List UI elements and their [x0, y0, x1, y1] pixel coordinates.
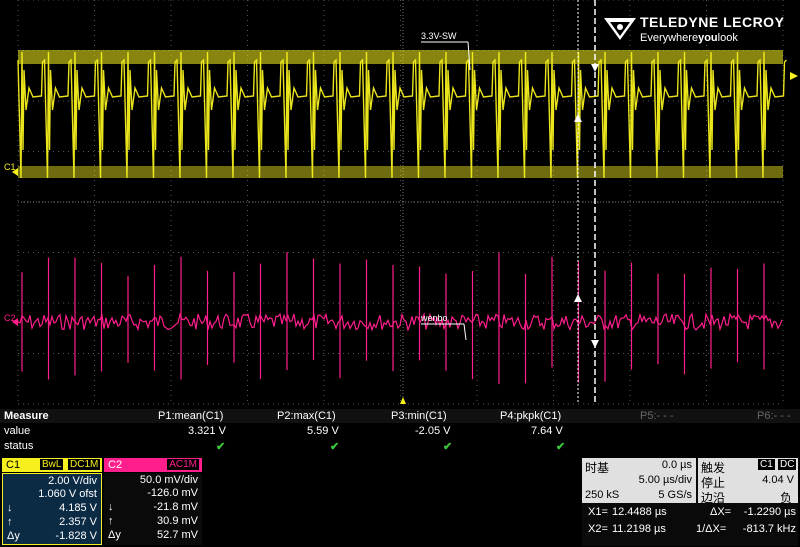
status-check-icon: ✔ — [443, 441, 453, 453]
ch1-bandwidth-limit-badge: BwL — [40, 459, 64, 470]
cursor-down-icon: ↓ — [108, 501, 114, 513]
delta-y-label: Δy — [108, 529, 121, 541]
timebase-sample-rate: 5 GS/s — [658, 489, 692, 501]
ch1-descriptor[interactable]: C1 BwL DC1M 2.00 V/div 1.060 V ofst ↓ 4.1… — [2, 458, 102, 546]
measure-header-row: Measure P1:mean(C1) P2:max(C1) P3:min(C1… — [0, 409, 800, 423]
cursor-down-arrow-icon — [591, 64, 599, 72]
brand-name: TELEDYNE LECROY — [640, 14, 785, 30]
waveform-canvas[interactable] — [0, 0, 800, 406]
ch1-name: C1 — [6, 459, 21, 471]
cursor-up-arrow-icon — [574, 114, 582, 122]
ch2-offset: -126.0 mV — [147, 487, 198, 499]
ch2-cursor-up: 30.9 mV — [157, 515, 198, 527]
teledyne-lecroy-logo: TELEDYNE LECROY Everywhereyoulook — [602, 14, 792, 50]
cursor-readout: X1= 12.4488 µs X2= 11.2198 µs ΔX= -1.229… — [582, 505, 798, 545]
inv-delta-x-label: 1/ΔX= — [696, 523, 727, 535]
ch2-descriptor[interactable]: C2 AC1M 50.0 mV/div -126.0 mV ↓ -21.8 mV … — [104, 458, 202, 546]
lecroy-logo-icon — [604, 18, 636, 40]
ch1-cursor-up: 2.357 V — [59, 516, 97, 528]
ch1-cursor-down: 4.185 V — [59, 502, 97, 514]
waveform-display[interactable]: TELEDYNE LECROY Everywhereyoulook C1 C2 … — [0, 0, 800, 406]
timebase-title: 时基 — [585, 461, 610, 475]
cursor-up-arrow-icon — [574, 294, 582, 302]
delta-y-label: Δy — [7, 530, 20, 542]
ch1-delta-y: -1.828 V — [55, 530, 97, 542]
cursor-up-icon: ↑ — [7, 516, 13, 528]
cursor-down-icon: ↓ — [7, 502, 13, 514]
measure-value-row: value 3.321 V 5.59 V -2.05 V 7.64 V — [0, 424, 800, 438]
timebase-descriptor[interactable]: 时基 0.0 µs 5.00 µs/div 250 kS 5 GS/s — [582, 458, 696, 503]
param-name[interactable]: P1:mean(C1) — [158, 410, 223, 422]
param-value: 3.321 V — [188, 425, 226, 437]
cursor-up-icon: ↑ — [108, 515, 114, 527]
ch1-trace-band — [18, 166, 783, 178]
delta-x-label: ΔX= — [710, 506, 732, 518]
x1-label: X1= — [588, 506, 608, 518]
param-name[interactable]: P5:- - - — [640, 410, 674, 422]
param-name[interactable]: P4:pkpk(C1) — [500, 410, 561, 422]
ch1-descriptor-header: C1 BwL DC1M — [2, 458, 102, 472]
ch2-name: C2 — [108, 459, 123, 471]
ch1-coupling-badge: DC1M — [68, 459, 101, 470]
status-check-icon: ✔ — [330, 441, 340, 453]
x1-value: 12.4488 µs — [612, 506, 667, 518]
measure-status-row: status ✔ ✔ ✔ ✔ — [0, 439, 800, 453]
cursor-down-arrow-icon — [591, 340, 599, 348]
param-name[interactable]: P3:min(C1) — [391, 410, 447, 422]
ch1-trace-band — [18, 50, 783, 64]
param-value: 5.59 V — [307, 425, 339, 437]
x2-label: X2= — [588, 523, 608, 535]
inv-delta-x-value: -813.7 kHz — [742, 523, 796, 535]
trace1-label: 3.3V-SW — [421, 31, 457, 41]
x2-value: 11.2198 µs — [612, 523, 666, 535]
ch1-descriptor-body: 2.00 V/div 1.060 V ofst ↓ 4.185 V ↑ 2.357 … — [2, 473, 102, 545]
timebase-trigger-panel[interactable]: 时基 0.0 µs 5.00 µs/div 250 kS 5 GS/s 触发 C… — [582, 458, 798, 546]
delta-x-value: -1.2290 µs — [743, 506, 796, 518]
ch1-offset: 1.060 V ofst — [38, 488, 97, 500]
trigger-descriptor[interactable]: 触发 C1 DC 停止 4.04 V 边沿 负 — [698, 458, 798, 505]
status-label: status — [4, 440, 34, 452]
ch2-descriptor-header: C2 AC1M — [104, 458, 202, 472]
ch2-descriptor-body: 50.0 mV/div -126.0 mV ↓ -21.8 mV ↑ 30.9 mV… — [104, 473, 202, 545]
trace2-label-leader — [463, 323, 467, 341]
trigger-level-marker-icon — [790, 72, 798, 80]
ch2-delta-y: 52.7 mV — [157, 529, 198, 541]
ch2-coupling-badge: AC1M — [167, 459, 199, 470]
trigger-level: 4.04 V — [762, 474, 794, 486]
timebase-samples: 250 kS — [585, 489, 620, 501]
measure-title: Measure — [4, 410, 49, 422]
ch1-trace — [17, 51, 787, 179]
param-value: 7.64 V — [531, 425, 563, 437]
trace2-label: wenbo — [421, 313, 448, 323]
timebase-tdiv: 5.00 µs/div — [638, 474, 692, 486]
trigger-slope: 负 — [779, 491, 792, 505]
param-value: -2.05 V — [415, 425, 451, 437]
status-check-icon: ✔ — [216, 441, 226, 453]
ch2-trace — [17, 312, 783, 332]
ch1-ground-marker[interactable]: C1 — [4, 162, 16, 172]
ch2-cursor-down: -21.8 mV — [153, 501, 198, 513]
status-check-icon: ✔ — [556, 441, 566, 453]
ch2-vdiv: 50.0 mV/div — [139, 474, 198, 486]
param-name[interactable]: P2:max(C1) — [277, 410, 336, 422]
trigger-type: 边沿 — [701, 491, 726, 505]
param-name[interactable]: P6:- - - — [757, 410, 791, 422]
ch1-vdiv: 2.00 V/div — [48, 475, 97, 487]
measure-table[interactable]: Measure P1:mean(C1) P2:max(C1) P3:min(C1… — [0, 409, 800, 455]
timebase-delay: 0.0 µs — [661, 459, 692, 471]
brand-tagline: Everywhereyoulook — [640, 32, 738, 44]
ch2-ground-marker[interactable]: C2 — [4, 313, 16, 323]
trigger-source-badge: C1 — [758, 459, 775, 470]
trigger-coupling-badge: DC — [778, 459, 797, 470]
value-label: value — [4, 425, 31, 437]
